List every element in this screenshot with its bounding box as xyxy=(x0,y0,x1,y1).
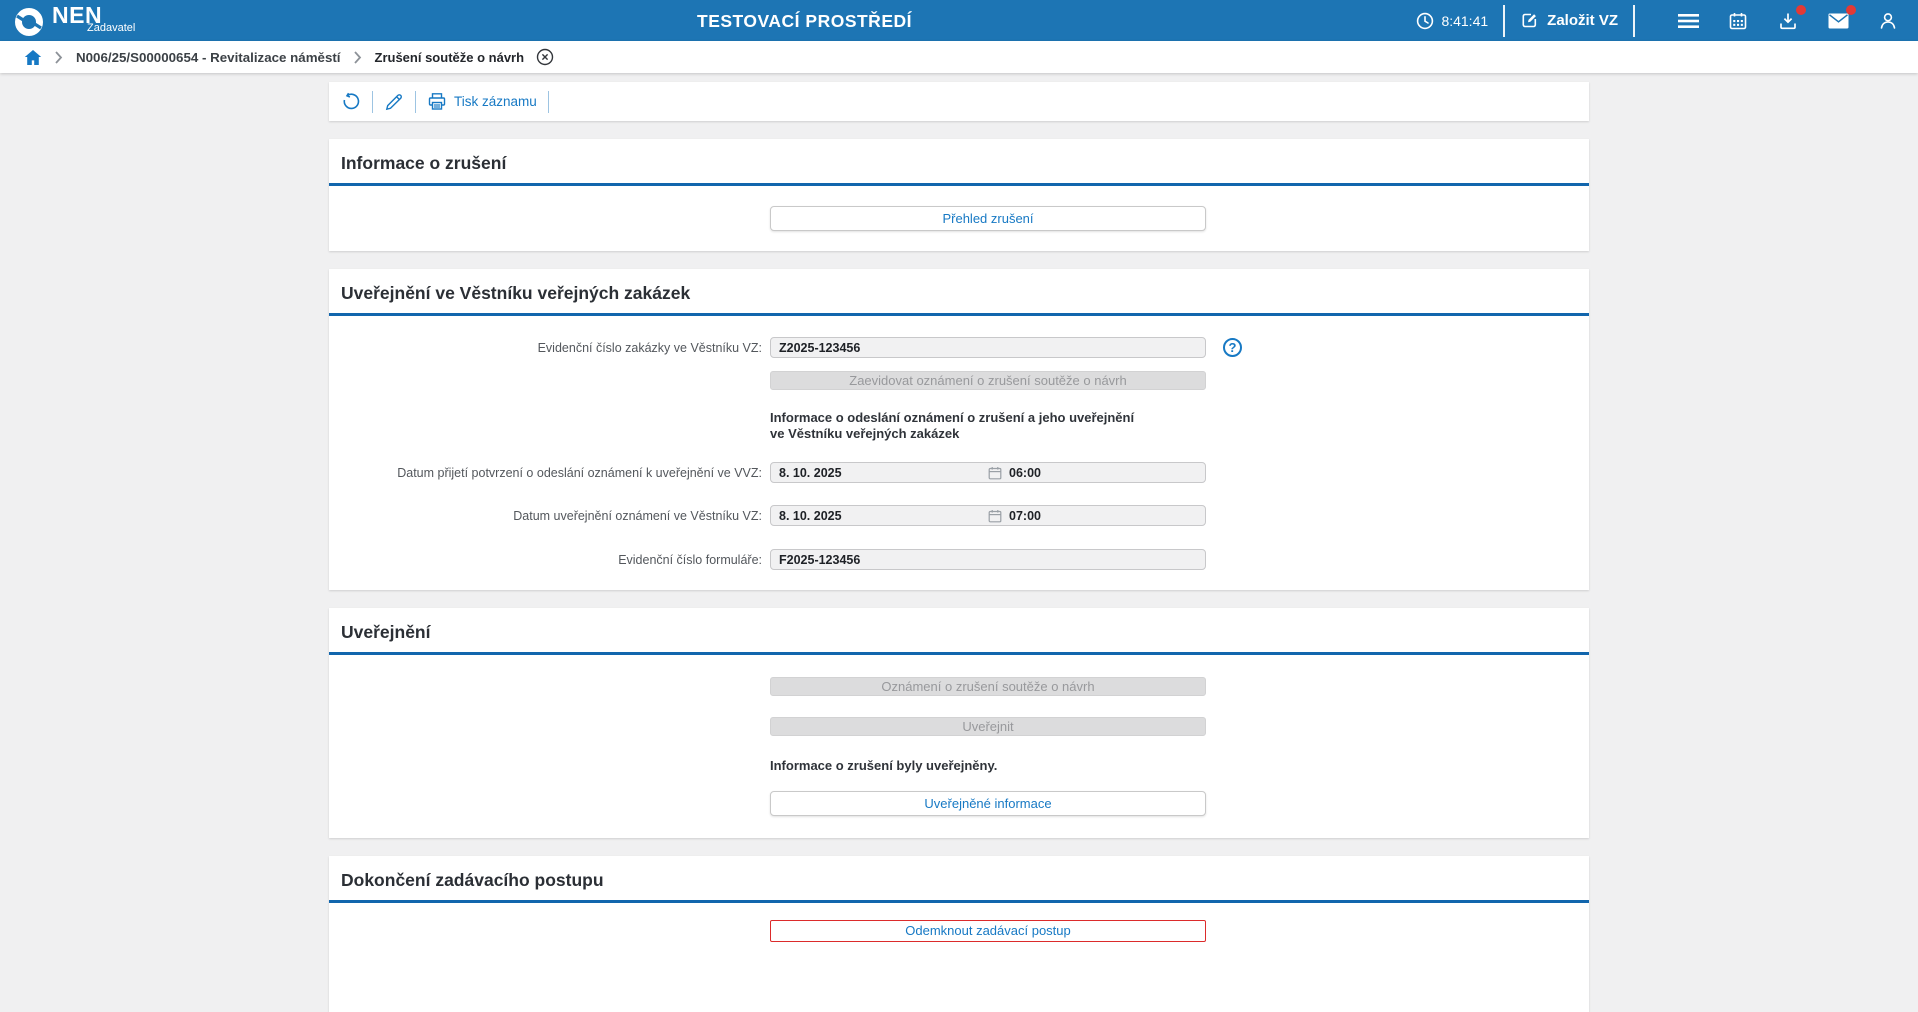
record-toolbar: Tisk záznamu xyxy=(329,82,1589,121)
section-cancellation-info: Informace o zrušení Přehled zrušení xyxy=(329,139,1589,251)
close-circle-icon xyxy=(536,48,554,66)
chevron-right-icon xyxy=(353,50,362,64)
app-header: NEN Zadavatel TESTOVACÍ PROSTŘEDÍ 8:41:4… xyxy=(0,0,1918,41)
help-icon[interactable]: ? xyxy=(1223,338,1242,357)
section-title: Dokončení zadávacího postupu xyxy=(329,856,1589,903)
publication-date-input[interactable]: 8. 10. 2025 07:00 xyxy=(770,505,1206,526)
publication-status-text: Informace o zrušení byly uveřejněny. xyxy=(770,758,998,773)
published-information-button[interactable]: Uveřejněné informace xyxy=(770,791,1206,816)
header-divider xyxy=(1503,4,1506,37)
calendar-button[interactable] xyxy=(1726,9,1750,33)
form-number-input[interactable]: F2025-123456 xyxy=(770,549,1206,570)
app-logo[interactable]: NEN Zadavatel xyxy=(0,0,135,41)
publish-button: Uveřejnit xyxy=(770,717,1206,736)
journal-number-label: Evidenční číslo zakázky ve Věstníku VZ: xyxy=(537,340,762,355)
section-title: Uveřejnění ve Věstníku veřejných zakázek xyxy=(329,269,1589,316)
downloads-icon xyxy=(1780,13,1796,29)
print-record-label: Tisk záznamu xyxy=(454,94,537,109)
chevron-right-icon xyxy=(55,50,63,64)
time-value: 06:00 xyxy=(1009,465,1041,480)
create-vz-button[interactable]: Založit VZ xyxy=(1520,11,1618,30)
vvz-publication-note: Informace o odeslání oznámení o zrušení … xyxy=(770,410,1135,441)
logo-subtitle: Zadavatel xyxy=(87,22,136,34)
printer-icon xyxy=(428,93,446,110)
breadcrumb: N006/25/S00000654 - Revitalizace náměstí… xyxy=(0,41,1918,73)
unlock-procedure-button[interactable]: Odemknout zadávací postup xyxy=(770,920,1206,942)
header-actions: 8:41:41 Založit VZ xyxy=(1416,4,1918,37)
home-button[interactable] xyxy=(24,49,42,66)
date-value: 8. 10. 2025 xyxy=(779,508,842,523)
cancellation-notice-button: Oznámení o zrušení soutěže o návrh xyxy=(770,677,1206,696)
toolbar-divider xyxy=(547,90,549,113)
environment-title: TESTOVACÍ PROSTŘEDÍ xyxy=(697,11,912,31)
messages-icon xyxy=(1828,13,1848,28)
journal-number-input[interactable]: Z2025-123456 xyxy=(770,337,1206,358)
time-value: 8:41:41 xyxy=(1441,12,1489,29)
breadcrumb-item-current: Zrušení soutěže o návrh xyxy=(374,49,525,65)
section-completion: Dokončení zadávacího postupu Odemknout z… xyxy=(329,856,1589,1012)
cancellation-overview-button[interactable]: Přehled zrušení xyxy=(770,206,1206,231)
date-value: 8. 10. 2025 xyxy=(779,465,842,480)
confirmation-date-label: Datum přijetí potvrzení o odeslání oznám… xyxy=(397,465,762,480)
print-record-button[interactable]: Tisk záznamu xyxy=(427,92,537,111)
pencil-icon xyxy=(385,93,402,110)
section-title: Informace o zrušení xyxy=(329,139,1589,186)
section-publication: Uveřejnění Oznámení o zrušení soutěže o … xyxy=(329,608,1589,838)
breadcrumb-item-procurement[interactable]: N006/25/S00000654 - Revitalizace náměstí xyxy=(76,50,341,65)
server-time: 8:41:41 xyxy=(1416,12,1488,30)
notification-badge xyxy=(1796,4,1806,15)
notification-badge xyxy=(1846,4,1856,15)
main-content: Tisk záznamu Informace o zrušení Přehled… xyxy=(329,82,1589,1012)
time-value: 07:00 xyxy=(1009,508,1041,523)
messages-button[interactable] xyxy=(1826,4,1856,33)
toolbar-divider xyxy=(415,90,416,113)
publication-date-label: Datum uveřejnění oznámení ve Věstníku VZ… xyxy=(513,508,762,523)
create-vz-label: Založit VZ xyxy=(1547,12,1618,29)
user-icon xyxy=(1880,12,1896,29)
home-icon xyxy=(24,49,42,65)
section-vvz-publication: Uveřejnění ve Věstníku veřejných zakázek… xyxy=(329,269,1589,590)
downloads-button[interactable] xyxy=(1776,4,1806,33)
edit-record-button[interactable] xyxy=(384,92,404,112)
register-cancellation-notice-button: Zaevidovat oznámení o zrušení soutěže o … xyxy=(770,371,1206,390)
refresh-icon xyxy=(343,92,360,109)
clock-icon xyxy=(1417,12,1434,29)
close-tab-button[interactable] xyxy=(536,48,554,66)
form-number-label: Evidenční číslo formuláře: xyxy=(618,552,762,567)
calendar-small-icon xyxy=(988,509,1002,522)
calendar-icon xyxy=(1729,12,1747,29)
user-button[interactable] xyxy=(1876,9,1900,33)
edit-square-icon xyxy=(1522,13,1537,28)
header-divider xyxy=(1633,4,1635,37)
refresh-button[interactable] xyxy=(341,92,361,112)
menu-icon xyxy=(1677,13,1699,28)
confirmation-date-input[interactable]: 8. 10. 2025 06:00 xyxy=(770,462,1206,483)
nen-logo-icon xyxy=(15,7,43,36)
menu-button[interactable] xyxy=(1676,9,1700,33)
calendar-small-icon xyxy=(988,466,1002,479)
toolbar-divider xyxy=(372,90,373,113)
section-title: Uveřejnění xyxy=(329,608,1589,655)
